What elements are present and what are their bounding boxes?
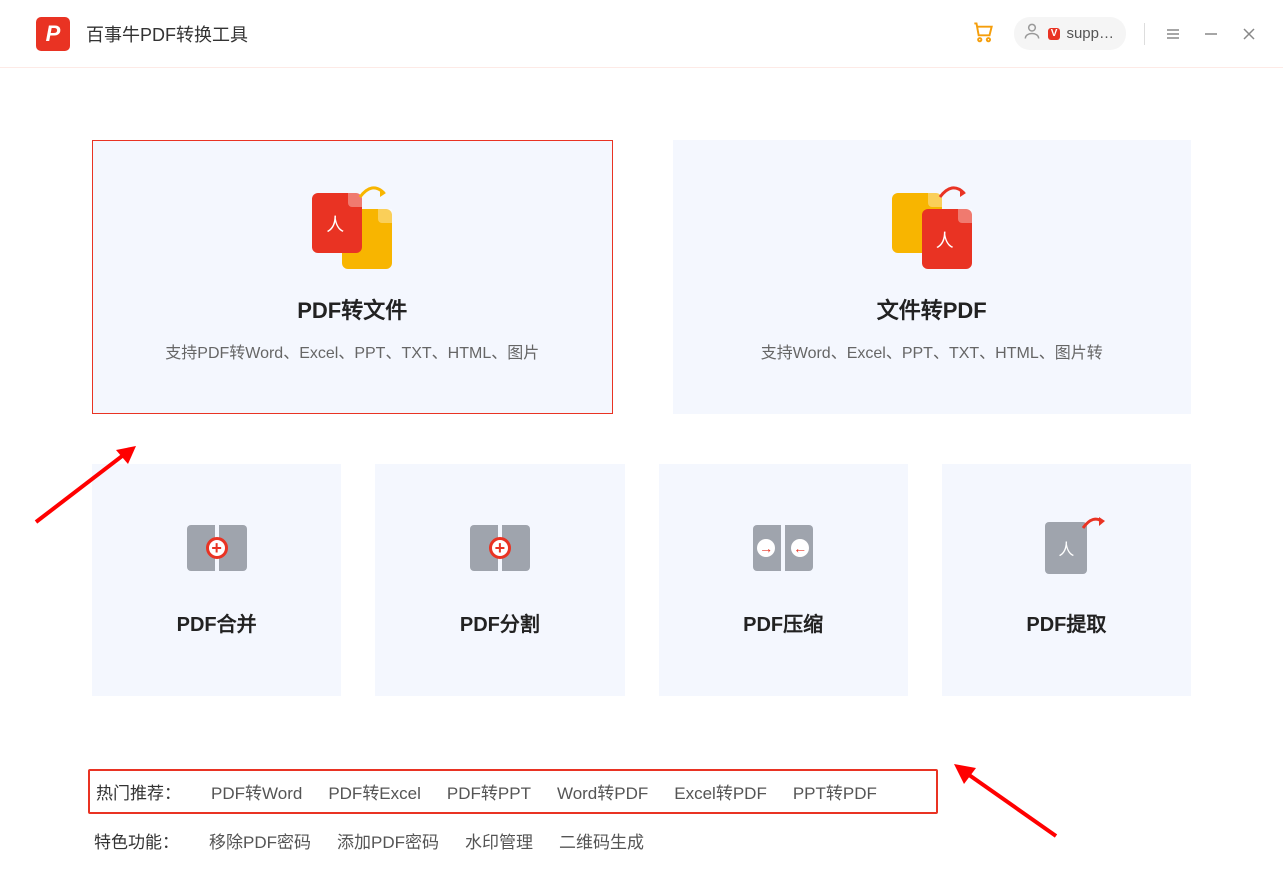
card-pdf-extract[interactable]: 人 PDF提取: [942, 464, 1191, 696]
card-title: PDF转文件: [297, 293, 407, 325]
feature-link[interactable]: 移除PDF密码: [209, 828, 311, 853]
card-pdf-merge[interactable]: + PDF合并: [92, 464, 341, 696]
split-icon: +: [464, 524, 536, 572]
feature-label: 特色功能：: [94, 828, 179, 853]
divider: [1144, 23, 1145, 45]
feature-link[interactable]: 添加PDF密码: [337, 828, 439, 853]
menu-button[interactable]: [1163, 24, 1183, 44]
merge-icon: +: [181, 524, 253, 572]
user-account-button[interactable]: V supp…: [1014, 17, 1126, 50]
feature-link[interactable]: 二维码生成: [559, 828, 644, 853]
feature-row: 特色功能： 移除PDF密码 添加PDF密码 水印管理 二维码生成: [88, 820, 1195, 861]
user-icon: [1022, 21, 1042, 46]
card-pdf-to-file[interactable]: 人 PDF转文件 支持PDF转Word、Excel、PPT、TXT、HTML、图…: [92, 140, 613, 414]
card-title: PDF合并: [177, 608, 257, 637]
hot-recommend-row: 热门推荐： PDF转Word PDF转Excel PDF转PPT Word转PD…: [88, 769, 938, 814]
extract-icon: 人: [1030, 524, 1102, 572]
user-name: supp…: [1066, 25, 1114, 42]
main-content: 人 PDF转文件 支持PDF转Word、Excel、PPT、TXT、HTML、图…: [0, 68, 1283, 696]
hot-link[interactable]: PDF转Excel: [328, 779, 421, 804]
card-title: PDF压缩: [743, 608, 823, 637]
card-desc: 支持Word、Excel、PPT、TXT、HTML、图片转: [761, 339, 1103, 363]
app-title: 百事牛PDF转换工具: [86, 21, 248, 47]
card-pdf-compress[interactable]: →← PDF压缩: [659, 464, 908, 696]
card-title: PDF提取: [1026, 608, 1106, 637]
vip-badge: V: [1048, 28, 1061, 40]
titlebar: P 百事牛PDF转换工具 V supp…: [0, 0, 1283, 68]
feature-link[interactable]: 水印管理: [465, 828, 533, 853]
hot-link[interactable]: Excel转PDF: [674, 779, 767, 804]
hot-link[interactable]: PPT转PDF: [793, 779, 877, 804]
card-title: PDF分割: [460, 608, 540, 637]
file-to-pdf-icon: 人: [888, 191, 976, 271]
minimize-button[interactable]: [1201, 24, 1221, 44]
hot-label: 热门推荐：: [96, 779, 181, 804]
close-button[interactable]: [1239, 24, 1259, 44]
app-logo: P: [36, 17, 70, 51]
hot-link[interactable]: PDF转PPT: [447, 779, 531, 804]
cart-icon[interactable]: [970, 18, 996, 49]
card-file-to-pdf[interactable]: 人 文件转PDF 支持Word、Excel、PPT、TXT、HTML、图片转: [673, 140, 1192, 414]
footer: 热门推荐： PDF转Word PDF转Excel PDF转PPT Word转PD…: [88, 769, 1195, 861]
card-title: 文件转PDF: [877, 293, 987, 325]
pdf-to-file-icon: 人: [308, 191, 396, 271]
hot-link[interactable]: PDF转Word: [211, 779, 302, 804]
card-pdf-split[interactable]: + PDF分割: [375, 464, 624, 696]
compress-icon: →←: [747, 524, 819, 572]
card-desc: 支持PDF转Word、Excel、PPT、TXT、HTML、图片: [165, 339, 539, 363]
hot-link[interactable]: Word转PDF: [557, 779, 648, 804]
